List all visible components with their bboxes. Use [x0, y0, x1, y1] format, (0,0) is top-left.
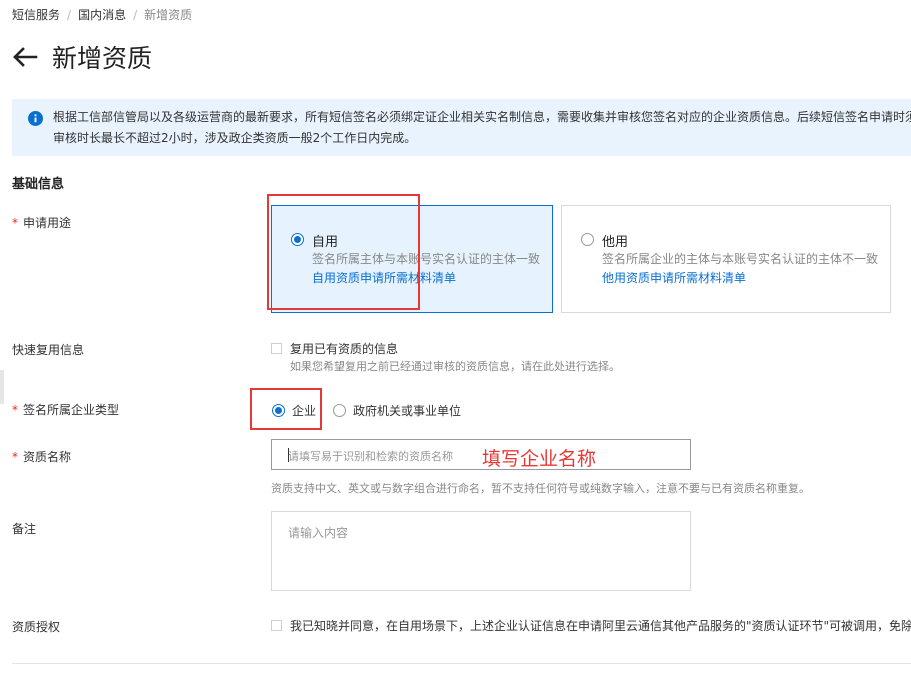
annotation-highlight-box: [250, 388, 322, 430]
company-type-label-text: 签名所属企业类型: [23, 403, 120, 417]
qual-name-input[interactable]: 请填写易于识别和检索的资质名称: [271, 439, 691, 470]
annotation-fill-company-name: 填写企业名称: [482, 448, 597, 470]
bottom-divider: [12, 663, 911, 664]
usage-title-other: 他用: [602, 235, 629, 250]
info-icon: [28, 111, 43, 126]
notice-line-1: 根据工信部信管局以及各级运营商的最新要求，所有短信签名必须绑定证企业相关实名制信…: [53, 110, 911, 124]
section-title-basic-info: 基础信息: [12, 177, 65, 192]
authorization-text[interactable]: 我已知晓并同意，在自用场景下，上述企业认证信息在申请阿里云通信其他产品服务的"资…: [290, 617, 911, 634]
breadcrumb-item-sms[interactable]: 短信服务: [12, 6, 60, 23]
reuse-checkbox-label[interactable]: 复用已有资质的信息: [290, 340, 398, 357]
remark-label: 备注: [12, 522, 37, 536]
notice-banner: 根据工信部信管局以及各级运营商的最新要求，所有短信签名必须绑定证企业相关实名制信…: [12, 99, 911, 156]
usage-label: * 申请用途: [12, 214, 71, 231]
authorization-checkbox[interactable]: [271, 620, 282, 631]
qual-name-label: * 资质名称: [12, 448, 71, 465]
side-drawer-handle[interactable]: [0, 370, 4, 404]
text-caret: [288, 448, 289, 462]
breadcrumb-item-domestic[interactable]: 国内消息: [78, 6, 126, 23]
annotation-highlight-box: [267, 194, 420, 310]
remark-textarea[interactable]: 请输入内容: [271, 511, 691, 591]
usage-radio-other[interactable]: [581, 233, 594, 246]
qual-name-label-text: 资质名称: [23, 450, 72, 464]
reuse-hint: 如果您希望复用之前已经通过审核的资质信息，请在此处进行选择。: [290, 360, 620, 373]
qual-name-hint: 资质支持中文、英文或与数字组合进行命名，暂不支持任何符号或纯数字输入，注意不要与…: [271, 482, 810, 495]
company-type-label-government: 政府机关或事业单位: [353, 404, 462, 418]
company-type-radio-government[interactable]: [333, 404, 346, 417]
usage-desc-other: 签名所属企业的主体与本账号实名认证的主体不一致: [602, 252, 879, 266]
company-type-label: * 签名所属企业类型: [12, 401, 119, 418]
qual-name-placeholder: 请填写易于识别和检索的资质名称: [288, 450, 453, 463]
required-mark: *: [12, 403, 18, 417]
reuse-checkbox[interactable]: [271, 343, 282, 354]
notice-text: 根据工信部信管局以及各级运营商的最新要求，所有短信签名必须绑定证企业相关实名制信…: [53, 107, 911, 149]
company-type-option-government[interactable]: 政府机关或事业单位: [333, 402, 461, 419]
required-mark: *: [12, 216, 18, 230]
breadcrumb-separator: /: [67, 7, 72, 22]
authorization-label: 资质授权: [12, 620, 61, 634]
breadcrumb-separator: /: [133, 7, 138, 22]
arrow-left-icon[interactable]: [10, 42, 40, 72]
notice-line-2: 审核时长最长不超过2小时，涉及政企类资质一般2个工作日内完成。: [53, 131, 417, 145]
reuse-label: 快速复用信息: [12, 343, 85, 357]
usage-materials-link-other[interactable]: 他用资质申请所需材料清单: [602, 269, 746, 286]
usage-card-other[interactable]: 他用 签名所属企业的主体与本账号实名认证的主体不一致 他用资质申请所需材料清单: [561, 205, 891, 313]
remark-placeholder: 请输入内容: [288, 526, 349, 540]
required-mark: *: [12, 450, 18, 464]
breadcrumb-item-current: 新增资质: [144, 8, 193, 22]
breadcrumb: 短信服务 / 国内消息 / 新增资质: [12, 6, 192, 23]
page-title: 新增资质: [52, 44, 153, 73]
usage-label-text: 申请用途: [23, 216, 72, 230]
